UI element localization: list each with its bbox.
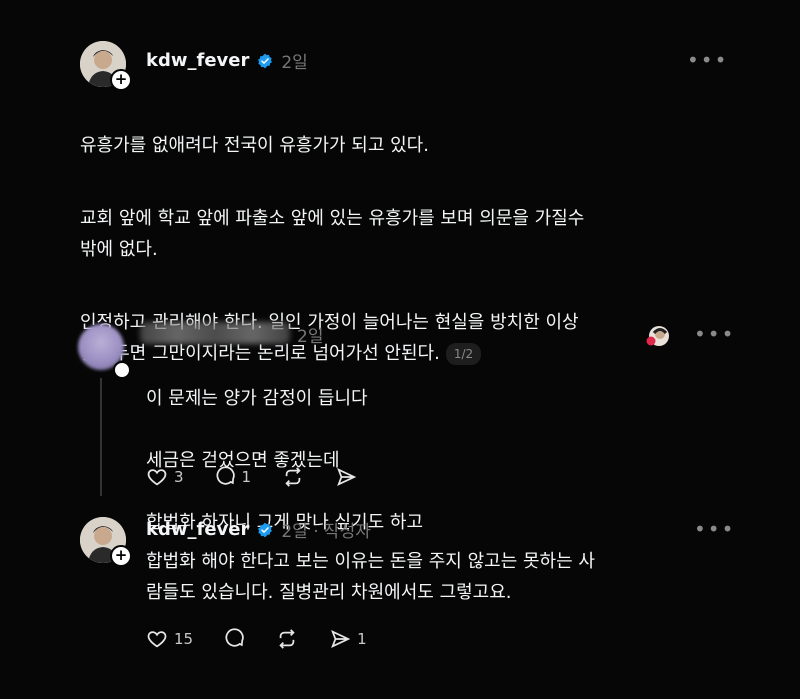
post-time: 2일 <box>281 53 308 73</box>
comment-bubble-icon <box>216 466 235 485</box>
author-reply-more-ellipsis-icon[interactable]: ••• <box>694 517 735 541</box>
follow-plus-icon[interactable]: + <box>110 69 132 91</box>
repost-icon <box>285 467 301 487</box>
reply-like-button[interactable]: 3 <box>146 466 184 488</box>
thread-connector-line <box>100 378 102 496</box>
reply-username-blurred[interactable] <box>140 322 290 344</box>
author-reply-share-count: 1 <box>357 630 367 648</box>
author-reply-username[interactable]: kdw_fever <box>146 519 249 540</box>
reply-repost-button[interactable] <box>281 466 305 488</box>
send-icon <box>337 467 357 487</box>
reply-actions: 3 1 <box>146 466 357 488</box>
reply-line-1: 이 문제는 양가 감정이 듭니다 <box>146 388 368 409</box>
reply-more-ellipsis-icon[interactable]: ••• <box>694 322 735 346</box>
author-reply-like-button[interactable]: 15 <box>146 628 193 650</box>
post-author-avatar[interactable]: + <box>80 41 132 91</box>
reply-liked-by-avatar <box>645 324 671 350</box>
send-icon <box>331 629 351 649</box>
author-reply-like-count: 15 <box>174 630 194 648</box>
liked-by-avatar-icon <box>646 326 669 346</box>
author-reply-share-button[interactable]: 1 <box>329 628 367 650</box>
comment-bubble-icon <box>225 628 244 647</box>
author-reply-avatar[interactable]: + <box>80 517 132 567</box>
heart-icon <box>147 469 167 486</box>
author-reply-comment-button[interactable] <box>223 628 245 650</box>
reply-comment-count: 1 <box>241 468 252 486</box>
post-more-ellipsis-icon[interactable]: ••• <box>687 48 728 72</box>
reply-avatar-plus-icon[interactable] <box>113 361 131 379</box>
follow-plus-icon[interactable]: + <box>110 545 132 567</box>
reply-comment-button[interactable]: 1 <box>214 466 252 488</box>
verified-badge-icon <box>258 522 273 537</box>
repost-icon <box>279 629 295 649</box>
author-reply-body: 합법화 해야 한다고 보는 이유는 돈을 주지 않고는 못하는 사 람들도 있습… <box>146 551 595 603</box>
heart-icon <box>147 631 167 648</box>
author-reply-time: 2일 · 작성자 <box>281 522 371 542</box>
reply-time: 2일 <box>297 327 324 347</box>
post-paragraph-1: 유흥가를 없애려다 전국이 유흥가가 되고 있다. <box>80 135 429 156</box>
author-reply-repost-button[interactable] <box>275 628 299 650</box>
post-paragraph-2: 교회 앞에 학교 앞에 파출소 앞에 있는 유흥가를 보며 의문을 가질수 밖에… <box>80 208 585 260</box>
author-reply-actions: 15 1 <box>146 628 367 650</box>
post-username[interactable]: kdw_fever <box>146 50 249 71</box>
reply-share-button[interactable] <box>335 466 357 488</box>
post-pager-badge[interactable]: 1/2 <box>445 343 482 365</box>
verified-badge-icon <box>258 53 273 68</box>
reply-like-count: 3 <box>174 468 184 486</box>
